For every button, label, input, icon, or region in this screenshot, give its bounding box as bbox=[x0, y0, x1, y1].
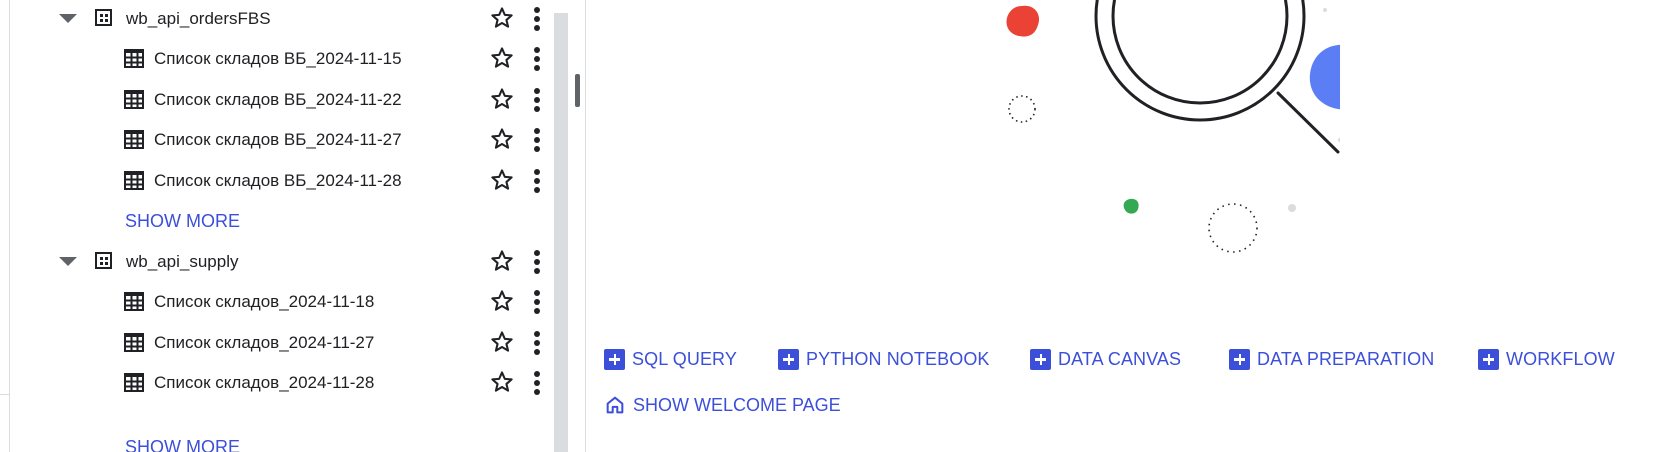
data-canvas-button[interactable]: DATA CANVAS bbox=[1030, 346, 1181, 372]
red-blob bbox=[1006, 5, 1040, 37]
dataset-row[interactable]: wb_api_ordersFBS bbox=[9, 0, 579, 41]
home-icon bbox=[606, 396, 624, 414]
show-welcome-label: SHOW WELCOME PAGE bbox=[633, 394, 841, 415]
table-name: Список складов_2024-11-27 bbox=[154, 333, 375, 352]
action-label: WORKFLOW bbox=[1506, 348, 1615, 369]
more-vert-icon[interactable] bbox=[531, 86, 543, 114]
more-vert-icon[interactable] bbox=[531, 329, 543, 357]
star-outline-icon[interactable] bbox=[489, 329, 515, 355]
more-vert-icon[interactable] bbox=[531, 288, 543, 316]
dataset-name: wb_api_supply bbox=[126, 252, 239, 271]
more-vert-icon[interactable] bbox=[531, 369, 543, 397]
star-outline-icon[interactable] bbox=[489, 167, 515, 193]
explorer-panel: wb_api_ordersFBS Список складов ВБ_2024-… bbox=[0, 0, 620, 452]
dotted-circle bbox=[1208, 203, 1258, 253]
add-box-icon bbox=[1229, 348, 1250, 370]
table-name: Список складов ВБ_2024-11-27 bbox=[154, 130, 402, 149]
scrollbar-thumb[interactable] bbox=[575, 74, 580, 107]
star-outline-icon[interactable] bbox=[489, 248, 515, 274]
show-welcome-page-button[interactable]: SHOW WELCOME PAGE bbox=[604, 392, 841, 418]
dataset-icon bbox=[95, 252, 112, 269]
table-icon bbox=[124, 49, 144, 68]
workflow-button[interactable]: WORKFLOW bbox=[1478, 346, 1615, 372]
table-row[interactable]: Список складов ВБ_2024-11-15 bbox=[9, 38, 579, 81]
arrow-drop-down-icon[interactable] bbox=[59, 257, 77, 266]
welcome-illustration bbox=[1006, 0, 1340, 253]
star-outline-icon[interactable] bbox=[489, 126, 515, 152]
blue-blob bbox=[1309, 44, 1340, 110]
table-icon bbox=[124, 171, 144, 190]
dotted-circle bbox=[1008, 95, 1036, 123]
star-outline-icon[interactable] bbox=[489, 45, 515, 71]
data-preparation-button[interactable]: DATA PREPARATION bbox=[1229, 346, 1434, 372]
table-row[interactable]: Список складов ВБ_2024-11-27 bbox=[9, 119, 579, 162]
table-row[interactable]: Список складов_2024-11-27 bbox=[9, 322, 579, 365]
add-box-icon bbox=[778, 348, 799, 370]
more-vert-icon[interactable] bbox=[531, 126, 543, 154]
more-vert-icon[interactable] bbox=[531, 248, 543, 276]
table-icon bbox=[124, 90, 144, 109]
table-name: Список складов ВБ_2024-11-15 bbox=[154, 49, 402, 68]
action-label: DATA PREPARATION bbox=[1257, 348, 1435, 369]
grey-dot bbox=[1288, 204, 1296, 212]
more-vert-icon[interactable] bbox=[531, 5, 543, 33]
table-row[interactable]: Список складов_2024-11-28 bbox=[9, 362, 579, 405]
add-box-icon bbox=[604, 348, 625, 370]
table-icon bbox=[124, 333, 144, 352]
more-vert-icon[interactable] bbox=[531, 45, 543, 73]
table-name: Список складов ВБ_2024-11-28 bbox=[154, 171, 402, 190]
sql-query-button[interactable]: SQL QUERY bbox=[604, 346, 737, 372]
table-icon bbox=[124, 130, 144, 149]
table-icon bbox=[124, 292, 144, 311]
star-outline-icon[interactable] bbox=[489, 288, 515, 314]
table-name: Список складов_2024-11-28 bbox=[154, 373, 375, 392]
star-outline-icon[interactable] bbox=[489, 86, 515, 112]
action-label: DATA CANVAS bbox=[1058, 348, 1182, 369]
add-box-icon bbox=[1030, 348, 1051, 370]
magnifier-ring-inner bbox=[1111, 0, 1289, 105]
table-name: Список складов_2024-11-18 bbox=[154, 292, 375, 311]
grey-dot bbox=[1323, 8, 1327, 12]
dataset-row[interactable]: wb_api_supply bbox=[9, 241, 579, 284]
show-more-link[interactable]: SHOW MORE bbox=[125, 437, 240, 452]
action-label: PYTHON NOTEBOOK bbox=[806, 348, 990, 369]
grey-dot bbox=[1337, 137, 1340, 143]
show-more-link[interactable]: SHOW MORE bbox=[125, 211, 240, 232]
table-row[interactable]: Список складов_2024-11-18 bbox=[9, 281, 579, 324]
green-blob bbox=[1123, 198, 1139, 214]
star-outline-icon[interactable] bbox=[489, 369, 515, 395]
python-notebook-button[interactable]: PYTHON NOTEBOOK bbox=[778, 346, 990, 372]
dataset-name: wb_api_ordersFBS bbox=[126, 9, 271, 28]
table-row[interactable]: Список складов ВБ_2024-11-22 bbox=[9, 79, 579, 122]
arrow-drop-down-icon[interactable] bbox=[59, 14, 77, 23]
table-icon bbox=[124, 373, 144, 392]
scrollbar-track[interactable] bbox=[554, 13, 568, 452]
table-row[interactable]: Список складов ВБ_2024-11-28 bbox=[9, 160, 579, 203]
dataset-icon bbox=[95, 9, 112, 26]
star-outline-icon[interactable] bbox=[489, 5, 515, 31]
table-name: Список складов ВБ_2024-11-22 bbox=[154, 90, 402, 109]
more-vert-icon[interactable] bbox=[531, 167, 543, 195]
action-label: SQL QUERY bbox=[632, 348, 737, 369]
panel-resize-handle[interactable] bbox=[575, 0, 586, 452]
add-box-icon bbox=[1478, 348, 1499, 370]
